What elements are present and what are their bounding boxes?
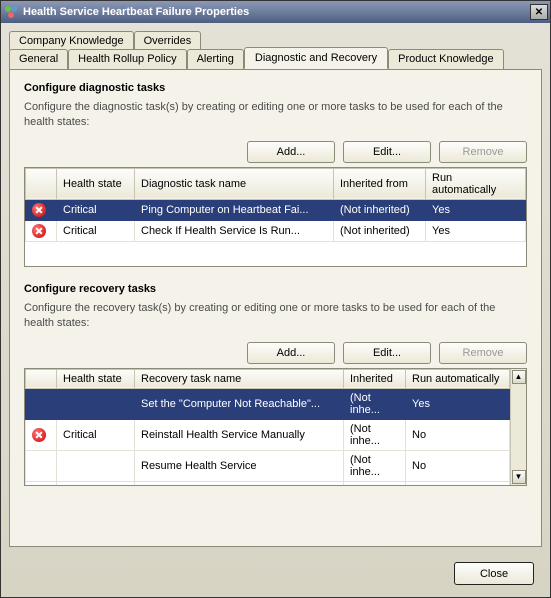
cell-task: Reinstall Health Service Manually xyxy=(135,419,344,450)
cell-task: Ping Computer on Heartbeat Fai... xyxy=(135,199,334,220)
recovery-section: Configure recovery tasks Configure the r… xyxy=(24,283,527,486)
col-inherited-from[interactable]: Inherited from xyxy=(334,168,426,199)
window-close-button[interactable]: ✕ xyxy=(530,4,548,20)
window-title: Health Service Heartbeat Failure Propert… xyxy=(23,6,530,18)
diag-edit-button[interactable]: Edit... xyxy=(343,141,431,163)
tab-alerting[interactable]: Alerting xyxy=(187,49,244,69)
col-icon[interactable] xyxy=(26,168,57,199)
table-row[interactable]: Reserved (Computer Not Reachabl... (Not … xyxy=(26,481,510,486)
cell-health: Critical xyxy=(57,199,135,220)
rec-button-row: Add... Edit... Remove xyxy=(24,342,527,364)
cell-run: Yes xyxy=(406,388,510,419)
diag-button-row: Add... Edit... Remove xyxy=(24,141,527,163)
cell-inherited: (Not inhe... xyxy=(344,419,406,450)
diag-remove-button[interactable]: Remove xyxy=(439,141,527,163)
scroll-up-button[interactable]: ▲ xyxy=(512,370,526,384)
vertical-scrollbar[interactable]: ▲ ▼ xyxy=(510,369,526,485)
table-row[interactable]: Critical Ping Computer on Heartbeat Fai.… xyxy=(26,199,526,220)
critical-icon xyxy=(32,203,46,217)
cell-health xyxy=(57,450,135,481)
rec-section-title: Configure recovery tasks xyxy=(24,283,527,295)
cell-inherited: (Not inherited) xyxy=(334,220,426,241)
cell-inherited: (Not inhe... xyxy=(344,450,406,481)
critical-icon xyxy=(32,428,46,442)
tab-overrides[interactable]: Overrides xyxy=(134,31,202,50)
cell-icon xyxy=(26,450,57,481)
content-area: Company Knowledge Overrides General Heal… xyxy=(1,23,550,555)
col-recovery-task-name[interactable]: Recovery task name xyxy=(135,369,344,388)
cell-task: Resume Health Service xyxy=(135,450,344,481)
cell-run: No xyxy=(406,419,510,450)
rec-remove-button[interactable]: Remove xyxy=(439,342,527,364)
col-run-automatically[interactable]: Run automatically xyxy=(426,168,526,199)
scroll-down-button[interactable]: ▼ xyxy=(512,470,526,484)
table-row[interactable]: Resume Health Service (Not inhe... No xyxy=(26,450,510,481)
rec-grid: Health state Recovery task name Inherite… xyxy=(24,368,527,486)
cell-task: Check If Health Service Is Run... xyxy=(135,220,334,241)
tab-panel: Configure diagnostic tasks Configure the… xyxy=(9,69,542,547)
cell-inherited: (Not inhe... xyxy=(344,388,406,419)
cell-inherited: (Not inhe... xyxy=(344,481,406,486)
rec-section-desc: Configure the recovery task(s) by creati… xyxy=(24,301,527,332)
dialog-footer: Close xyxy=(454,562,534,585)
col-diag-task-name[interactable]: Diagnostic task name xyxy=(135,168,334,199)
tab-general[interactable]: General xyxy=(9,49,68,69)
cell-task: Reserved (Computer Not Reachabl... xyxy=(135,481,344,486)
close-button[interactable]: Close xyxy=(454,562,534,585)
rec-add-button[interactable]: Add... xyxy=(247,342,335,364)
cell-run: Yes xyxy=(426,220,526,241)
table-row[interactable]: Set the "Computer Not Reachable"... (Not… xyxy=(26,388,510,419)
cell-health: Critical xyxy=(57,220,135,241)
rec-edit-button[interactable]: Edit... xyxy=(343,342,431,364)
app-icon xyxy=(3,4,19,20)
col-health-state[interactable]: Health state xyxy=(57,369,135,388)
col-health-state[interactable]: Health state xyxy=(57,168,135,199)
cell-inherited: (Not inherited) xyxy=(334,199,426,220)
tab-company-knowledge[interactable]: Company Knowledge xyxy=(9,31,134,50)
cell-task: Set the "Computer Not Reachable"... xyxy=(135,388,344,419)
cell-health: Critical xyxy=(57,419,135,450)
table-row[interactable]: Critical Reinstall Health Service Manual… xyxy=(26,419,510,450)
diag-section-desc: Configure the diagnostic task(s) by crea… xyxy=(24,100,527,131)
tab-row-bottom: General Health Rollup Policy Alerting Di… xyxy=(9,49,542,69)
cell-health xyxy=(57,481,135,486)
col-inherited[interactable]: Inherited xyxy=(344,369,406,388)
dialog-window: Health Service Heartbeat Failure Propert… xyxy=(0,0,551,598)
cell-health xyxy=(57,388,135,419)
tab-product-knowledge[interactable]: Product Knowledge xyxy=(388,49,503,69)
tab-health-rollup-policy[interactable]: Health Rollup Policy xyxy=(68,49,186,69)
table-header-row: Health state Diagnostic task name Inheri… xyxy=(26,168,526,199)
tab-diagnostic-and-recovery[interactable]: Diagnostic and Recovery xyxy=(244,47,388,69)
cell-icon xyxy=(26,481,57,486)
critical-icon xyxy=(32,224,46,238)
cell-run: Yes xyxy=(406,481,510,486)
diag-section-title: Configure diagnostic tasks xyxy=(24,82,527,94)
col-run-automatically[interactable]: Run automatically xyxy=(406,369,510,388)
titlebar[interactable]: Health Service Heartbeat Failure Propert… xyxy=(1,1,550,23)
col-icon[interactable] xyxy=(26,369,57,388)
cell-run: No xyxy=(406,450,510,481)
cell-run: Yes xyxy=(426,199,526,220)
table-row[interactable]: Critical Check If Health Service Is Run.… xyxy=(26,220,526,241)
table-header-row: Health state Recovery task name Inherite… xyxy=(26,369,510,388)
cell-icon xyxy=(26,388,57,419)
diag-grid: Health state Diagnostic task name Inheri… xyxy=(24,167,527,267)
diag-add-button[interactable]: Add... xyxy=(247,141,335,163)
